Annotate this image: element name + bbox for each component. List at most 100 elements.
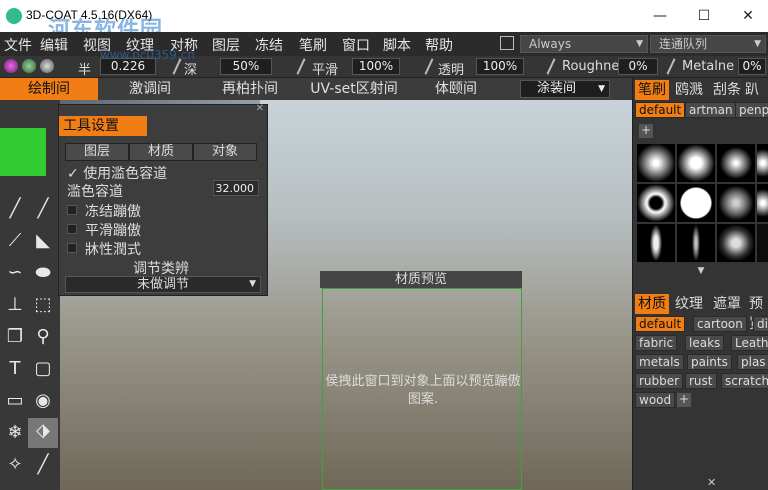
maximize-button[interactable]: ☐ (684, 4, 724, 28)
menu-script[interactable]: 脚本 (383, 35, 411, 55)
brush-noise[interactable] (717, 184, 755, 222)
tab-preview[interactable]: 预览 (749, 294, 768, 332)
tab-strips[interactable]: 刮条 (713, 80, 741, 100)
connectivity-combo[interactable]: 连通队列 ▼ (650, 35, 766, 53)
metalness-field[interactable]: 0% (738, 58, 766, 75)
fill-icon[interactable]: ◣ (30, 228, 56, 254)
tab-uv[interactable]: UV-set区射间 (302, 78, 406, 100)
smooth-field[interactable]: 100% (352, 58, 400, 75)
material-leaks[interactable]: leaks (685, 335, 725, 351)
lasso-icon[interactable]: ⬚ (30, 292, 56, 318)
tab-splines[interactable]: 鸥溅 (675, 80, 703, 100)
material-rust[interactable]: rust (685, 373, 717, 389)
brush-hard-round[interactable] (677, 184, 715, 222)
brush-chain[interactable] (677, 224, 715, 262)
adjust-select[interactable]: 未做调节 ▼ (65, 276, 261, 293)
close-icon[interactable]: ✕ (707, 476, 716, 489)
sharpen-checkbox[interactable] (67, 243, 77, 253)
depth-field[interactable]: 50% (220, 58, 272, 75)
preset-default[interactable]: default (635, 102, 686, 118)
use-color-row[interactable]: ✓ 使用滥色容道 (67, 163, 167, 183)
material-scratch[interactable]: scratch (721, 373, 768, 389)
brush-small-round[interactable] (717, 144, 755, 182)
always-checkbox[interactable] (500, 36, 514, 50)
sphere-icon[interactable] (4, 59, 18, 73)
curve-icon[interactable]: ∽ (2, 260, 28, 286)
tab-paint[interactable]: 绘制间 (0, 78, 98, 100)
menu-layers[interactable]: 图层 (212, 35, 240, 55)
brush-soft-round[interactable] (637, 144, 675, 182)
material-metals[interactable]: metals (635, 354, 684, 370)
document-icon[interactable]: ▢ (30, 356, 56, 382)
menu-help[interactable]: 帮助 (425, 35, 453, 55)
magic-wand-icon[interactable]: ✧ (2, 452, 28, 478)
preset-penpa[interactable]: penpa (735, 102, 768, 118)
add-icon[interactable]: + (639, 124, 653, 138)
material-cartoon[interactable]: cartoon (693, 316, 747, 332)
stamp-icon[interactable]: ⊥ (2, 292, 28, 318)
nodes-icon[interactable]: ⚲ (30, 324, 56, 350)
eye-icon[interactable]: ◉ (30, 388, 56, 414)
tab-brushes[interactable]: 笔刷 (635, 80, 669, 100)
pen-icon[interactable]: ╱ (30, 196, 56, 222)
brush-partial-3[interactable] (757, 224, 768, 262)
tab-sculpt[interactable]: 激调间 (104, 78, 196, 100)
brush-round[interactable] (677, 144, 715, 182)
eyedropper-icon[interactable]: ╱ (30, 452, 56, 478)
close-icon[interactable]: ✕ (256, 103, 264, 114)
menu-window[interactable]: 窗口 (342, 35, 370, 55)
bulb-icon[interactable]: ⬬ (30, 260, 56, 286)
brush-partial[interactable] (757, 144, 768, 182)
material-plastic[interactable]: plas (737, 354, 768, 370)
material-di[interactable]: di (753, 316, 768, 332)
material-fabric[interactable]: fabric (635, 335, 678, 351)
tab-extra[interactable]: 趴用 (745, 80, 768, 118)
freeze-checkbox[interactable] (67, 205, 77, 215)
color-swatch[interactable] (0, 128, 46, 176)
erase-brush-icon[interactable]: ⟋ (2, 228, 28, 254)
text-icon[interactable]: T (2, 356, 28, 382)
tab-materials[interactable]: 材质 (129, 143, 193, 161)
tab-materials-lib[interactable]: 材质 (635, 294, 669, 314)
menu-file[interactable]: 文件 (4, 35, 32, 55)
menu-brush[interactable]: 笔刷 (299, 35, 327, 55)
material-default[interactable]: default (635, 316, 686, 332)
material-preview-panel[interactable]: 材质预览 侯拽此窗口到对象上面以预览蹦傲图案. (320, 271, 522, 490)
always-combo[interactable]: Always ▼ (520, 35, 648, 53)
material-wood[interactable]: wood (635, 392, 676, 408)
minimize-button[interactable]: — (640, 4, 680, 28)
chevron-down-icon[interactable]: ▼ (633, 266, 768, 278)
menu-freeze[interactable]: 冻结 (255, 35, 283, 55)
menu-edit[interactable]: 编辑 (40, 35, 68, 55)
tolerance-field[interactable]: 32.000 (213, 180, 259, 196)
size-field[interactable]: 0.226 (100, 58, 156, 75)
brush-icon[interactable]: ╱ (2, 196, 28, 222)
material-rubber[interactable]: rubber (635, 373, 684, 389)
tab-layers[interactable]: 图层 (65, 143, 129, 161)
tab-textures[interactable]: 纹理 (675, 294, 703, 314)
fill-tool-icon[interactable]: ⬗ (28, 418, 58, 448)
close-button[interactable]: ✕ (728, 4, 768, 28)
add-icon[interactable]: + (677, 393, 691, 407)
freeze-icon[interactable]: ❄ (2, 420, 28, 446)
tab-voxel[interactable]: 体颐间 (412, 78, 500, 100)
eraser-icon[interactable]: ▭ (2, 388, 28, 414)
sphere-icon[interactable] (40, 59, 54, 73)
opacity-field[interactable]: 100% (476, 58, 524, 75)
roughness-field[interactable]: 0% (618, 58, 658, 75)
copy-icon[interactable]: ❐ (2, 324, 28, 350)
tab-masks[interactable]: 遮罩 (713, 294, 741, 314)
room-dropdown[interactable]: 涂装间 ▼ (520, 80, 610, 98)
material-paints[interactable]: paints (687, 354, 732, 370)
material-leather[interactable]: Leath (731, 335, 768, 351)
tab-retopo[interactable]: 再柏扑间 (204, 78, 296, 100)
sphere-icon[interactable] (22, 59, 36, 73)
smooth-checkbox[interactable] (67, 224, 77, 234)
tab-objects[interactable]: 对象 (193, 143, 257, 161)
brush-ring[interactable] (637, 184, 675, 222)
preset-artman[interactable]: artman (685, 102, 737, 118)
brush-partial-2[interactable] (757, 184, 768, 222)
material-preview-area[interactable]: 侯拽此窗口到对象上面以预览蹦傲图案. (322, 288, 522, 490)
brush-cubes[interactable] (717, 224, 755, 262)
brush-capsule[interactable] (637, 224, 675, 262)
